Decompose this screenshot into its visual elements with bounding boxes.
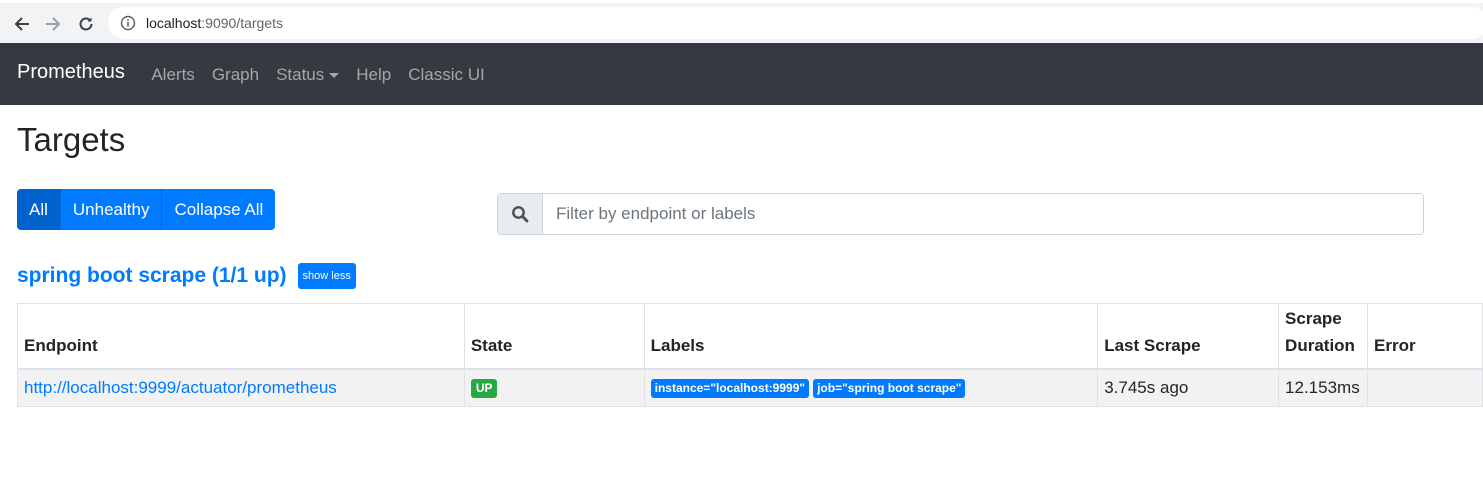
column-header-scrape-duration: Scrape Duration: [1278, 303, 1369, 370]
column-header-error: Error: [1367, 303, 1483, 370]
arrow-left-icon: [14, 17, 29, 31]
label-badge-job: job="spring boot scrape": [813, 378, 966, 398]
url-path: :9090/targets: [201, 15, 283, 31]
forward-button[interactable]: [40, 11, 66, 37]
scrape-pool-header: spring boot scrape (1/1 up) show less: [17, 263, 356, 289]
label-badge-instance: instance="localhost:9999": [650, 378, 810, 398]
nav-status-label: Status: [276, 65, 325, 84]
error-cell: [1367, 368, 1483, 407]
labels-cell: instance="localhost:9999" job="spring boo…: [643, 368, 1099, 407]
last-scrape-cell: 3.745s ago: [1097, 368, 1280, 407]
nav-status-dropdown[interactable]: Status: [268, 65, 348, 85]
caret-down-icon: [329, 72, 340, 78]
url-host: localhost: [146, 15, 202, 31]
nav-classic-ui[interactable]: Classic UI: [400, 65, 494, 85]
search-icon: [512, 206, 529, 223]
browser-toolbar: localhost:9090/targets: [0, 0, 1483, 43]
column-header-last-scrape: Last Scrape: [1097, 303, 1280, 370]
url-text: localhost:9090/targets: [146, 15, 283, 31]
search-filter-group: [497, 193, 1424, 235]
brand-link[interactable]: Prometheus: [17, 61, 125, 84]
top-navbar: Prometheus Alerts Graph Status Help Clas…: [0, 43, 1483, 105]
back-button[interactable]: [9, 11, 35, 37]
column-header-labels: Labels: [643, 303, 1099, 370]
arrow-right-icon: [46, 17, 61, 31]
page-title: Targets: [17, 121, 126, 158]
state-badge: UP: [470, 378, 498, 398]
nav-alerts[interactable]: Alerts: [143, 65, 203, 85]
reload-button[interactable]: [73, 11, 99, 37]
info-icon[interactable]: [120, 15, 136, 31]
scrape-duration-cell: 12.153ms: [1278, 368, 1369, 407]
filter-all-button[interactable]: All: [17, 189, 61, 230]
filter-unhealthy-button[interactable]: Unhealthy: [60, 189, 163, 230]
endpoint-link[interactable]: http://localhost:9999/actuator/prometheu…: [24, 378, 337, 397]
search-input[interactable]: [543, 194, 1423, 234]
filter-button-group: All Unhealthy Collapse All: [17, 189, 276, 230]
nav-help[interactable]: Help: [348, 65, 400, 85]
table-header-row: Endpoint State Labels Last Scrape Scrape…: [17, 303, 1483, 370]
targets-table: Endpoint State Labels Last Scrape Scrape…: [17, 303, 1483, 407]
scrape-pool-title[interactable]: spring boot scrape (1/1 up): [17, 264, 287, 288]
state-cell: UP: [463, 368, 645, 407]
show-less-button[interactable]: show less: [297, 263, 356, 289]
column-header-endpoint: Endpoint: [17, 303, 465, 370]
endpoint-cell: http://localhost:9999/actuator/prometheu…: [17, 368, 465, 407]
collapse-all-button[interactable]: Collapse All: [162, 189, 276, 230]
address-bar[interactable]: localhost:9090/targets: [108, 7, 1483, 39]
nav-graph[interactable]: Graph: [203, 65, 267, 85]
search-prepend: [498, 194, 543, 234]
table-row: http://localhost:9999/actuator/prometheu…: [17, 368, 1483, 407]
column-header-state: State: [463, 303, 645, 370]
reload-icon: [79, 17, 93, 31]
